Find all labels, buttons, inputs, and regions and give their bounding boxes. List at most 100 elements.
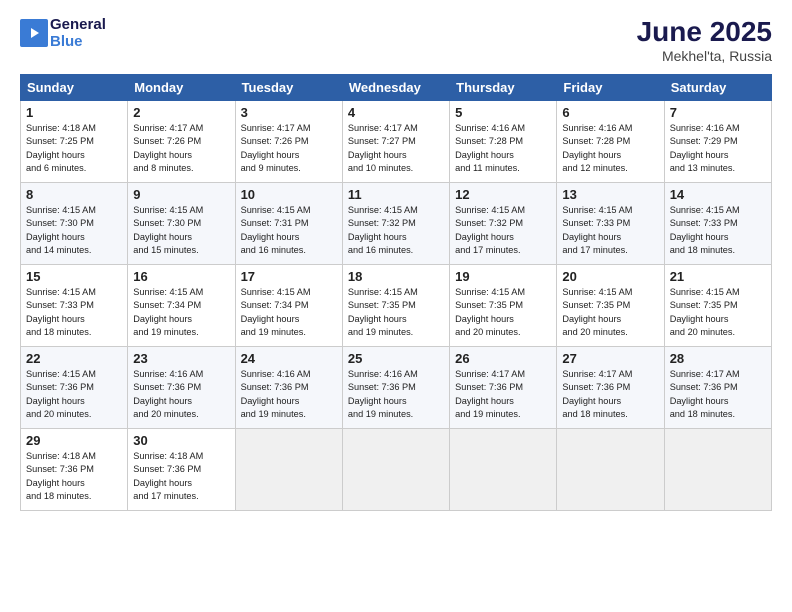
day-info: Sunrise: 4:15 AM Sunset: 7:33 PM Dayligh… [562,204,658,257]
daylight-label: Daylight hours [26,314,85,324]
daylight-duration: and 11 minutes. [455,163,520,173]
day-number: 4 [348,105,444,120]
sunset-label: Sunset: 7:35 PM [562,300,630,310]
sunrise-label: Sunrise: 4:15 AM [133,205,203,215]
day-number: 2 [133,105,229,120]
table-row [235,429,342,511]
day-info: Sunrise: 4:15 AM Sunset: 7:36 PM Dayligh… [26,368,122,421]
sunset-label: Sunset: 7:32 PM [348,218,416,228]
day-number: 16 [133,269,229,284]
table-row: 15 Sunrise: 4:15 AM Sunset: 7:33 PM Dayl… [21,265,128,347]
day-info: Sunrise: 4:15 AM Sunset: 7:32 PM Dayligh… [348,204,444,257]
sunrise-label: Sunrise: 4:15 AM [348,205,418,215]
header-friday: Friday [557,75,664,101]
table-row: 2 Sunrise: 4:17 AM Sunset: 7:26 PM Dayli… [128,101,235,183]
table-row: 9 Sunrise: 4:15 AM Sunset: 7:30 PM Dayli… [128,183,235,265]
daylight-duration: and 18 minutes. [670,409,735,419]
day-info: Sunrise: 4:17 AM Sunset: 7:36 PM Dayligh… [670,368,766,421]
day-number: 1 [26,105,122,120]
title-block: June 2025 Mekhel'ta, Russia [637,16,772,64]
day-number: 5 [455,105,551,120]
sunrise-label: Sunrise: 4:15 AM [133,287,203,297]
sunrise-label: Sunrise: 4:16 AM [348,369,418,379]
daylight-label: Daylight hours [241,150,300,160]
sunrise-label: Sunrise: 4:16 AM [241,369,311,379]
daylight-label: Daylight hours [26,232,85,242]
daylight-label: Daylight hours [670,314,729,324]
table-row: 28 Sunrise: 4:17 AM Sunset: 7:36 PM Dayl… [664,347,771,429]
daylight-duration: and 18 minutes. [26,327,91,337]
daylight-duration: and 19 minutes. [241,327,306,337]
day-number: 7 [670,105,766,120]
day-info: Sunrise: 4:16 AM Sunset: 7:36 PM Dayligh… [133,368,229,421]
daylight-label: Daylight hours [133,314,192,324]
sunrise-label: Sunrise: 4:15 AM [670,287,740,297]
sunrise-label: Sunrise: 4:17 AM [455,369,525,379]
sunset-label: Sunset: 7:28 PM [455,136,523,146]
daylight-label: Daylight hours [348,396,407,406]
daylight-duration: and 19 minutes. [455,409,520,419]
sunrise-label: Sunrise: 4:17 AM [348,123,418,133]
day-number: 13 [562,187,658,202]
table-row [557,429,664,511]
daylight-label: Daylight hours [670,396,729,406]
sunrise-label: Sunrise: 4:17 AM [241,123,311,133]
sunrise-label: Sunrise: 4:16 AM [670,123,740,133]
table-row: 11 Sunrise: 4:15 AM Sunset: 7:32 PM Dayl… [342,183,449,265]
sunrise-label: Sunrise: 4:15 AM [241,205,311,215]
sunset-label: Sunset: 7:26 PM [133,136,201,146]
page: General Blue June 2025 Mekhel'ta, Russia… [0,0,792,612]
sunset-label: Sunset: 7:30 PM [26,218,94,228]
day-number: 20 [562,269,658,284]
daylight-duration: and 20 minutes. [670,327,735,337]
day-info: Sunrise: 4:15 AM Sunset: 7:35 PM Dayligh… [670,286,766,339]
table-row: 1 Sunrise: 4:18 AM Sunset: 7:25 PM Dayli… [21,101,128,183]
daylight-duration: and 19 minutes. [348,409,413,419]
day-number: 21 [670,269,766,284]
daylight-label: Daylight hours [133,150,192,160]
daylight-duration: and 14 minutes. [26,245,91,255]
logo-name: General Blue [50,16,106,50]
logo-icon [20,19,48,47]
daylight-duration: and 19 minutes. [133,327,198,337]
sunset-label: Sunset: 7:35 PM [455,300,523,310]
daylight-label: Daylight hours [348,232,407,242]
calendar: Sunday Monday Tuesday Wednesday Thursday… [20,74,772,511]
day-number: 23 [133,351,229,366]
day-number: 10 [241,187,337,202]
daylight-duration: and 18 minutes. [26,491,91,501]
table-row: 21 Sunrise: 4:15 AM Sunset: 7:35 PM Dayl… [664,265,771,347]
sunset-label: Sunset: 7:36 PM [26,464,94,474]
day-info: Sunrise: 4:16 AM Sunset: 7:29 PM Dayligh… [670,122,766,175]
sunrise-label: Sunrise: 4:15 AM [562,287,632,297]
sunrise-label: Sunrise: 4:17 AM [562,369,632,379]
sunrise-label: Sunrise: 4:15 AM [26,369,96,379]
sunset-label: Sunset: 7:35 PM [670,300,738,310]
logo-arrow-icon [31,28,39,38]
day-info: Sunrise: 4:18 AM Sunset: 7:36 PM Dayligh… [26,450,122,503]
daylight-label: Daylight hours [455,396,514,406]
header-wednesday: Wednesday [342,75,449,101]
day-number: 19 [455,269,551,284]
table-row [664,429,771,511]
day-info: Sunrise: 4:15 AM Sunset: 7:34 PM Dayligh… [241,286,337,339]
table-row: 10 Sunrise: 4:15 AM Sunset: 7:31 PM Dayl… [235,183,342,265]
calendar-week-row: 29 Sunrise: 4:18 AM Sunset: 7:36 PM Dayl… [21,429,772,511]
table-row [342,429,449,511]
sunset-label: Sunset: 7:26 PM [241,136,309,146]
day-info: Sunrise: 4:15 AM Sunset: 7:35 PM Dayligh… [562,286,658,339]
calendar-week-row: 15 Sunrise: 4:15 AM Sunset: 7:33 PM Dayl… [21,265,772,347]
daylight-label: Daylight hours [455,232,514,242]
daylight-label: Daylight hours [348,150,407,160]
calendar-header-row: Sunday Monday Tuesday Wednesday Thursday… [21,75,772,101]
daylight-label: Daylight hours [133,478,192,488]
table-row [450,429,557,511]
daylight-label: Daylight hours [562,314,621,324]
sunrise-label: Sunrise: 4:16 AM [133,369,203,379]
daylight-duration: and 20 minutes. [133,409,198,419]
table-row: 16 Sunrise: 4:15 AM Sunset: 7:34 PM Dayl… [128,265,235,347]
day-info: Sunrise: 4:18 AM Sunset: 7:36 PM Dayligh… [133,450,229,503]
day-info: Sunrise: 4:15 AM Sunset: 7:30 PM Dayligh… [133,204,229,257]
table-row: 26 Sunrise: 4:17 AM Sunset: 7:36 PM Dayl… [450,347,557,429]
sunset-label: Sunset: 7:33 PM [562,218,630,228]
